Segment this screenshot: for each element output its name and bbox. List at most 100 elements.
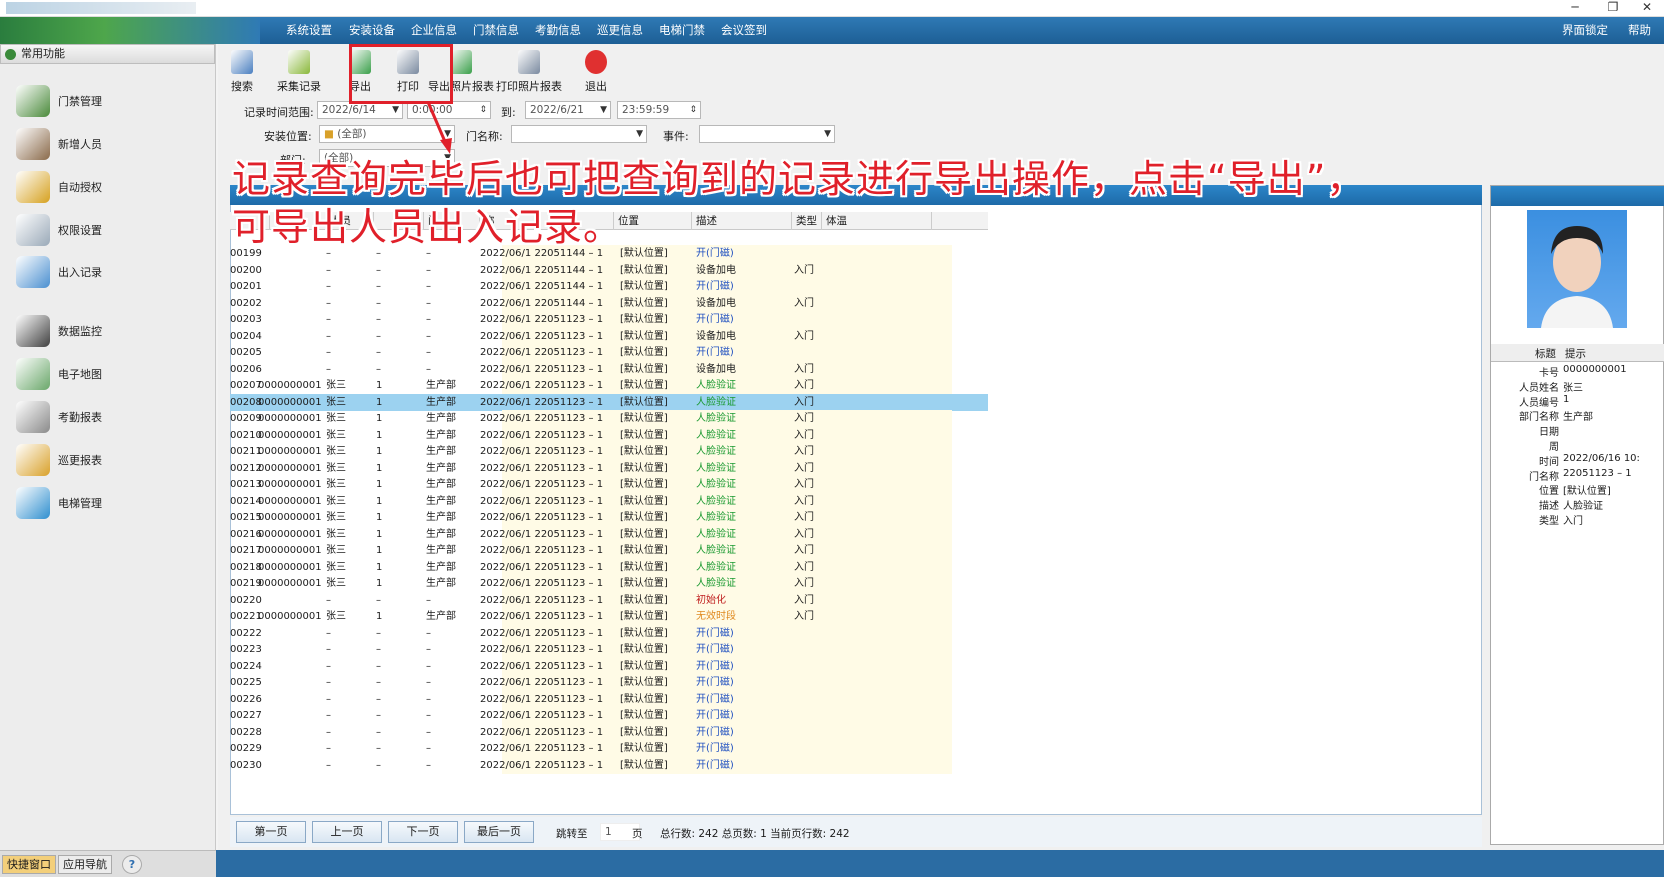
- tab-app-navigation[interactable]: 应用导航: [58, 855, 112, 874]
- sidebar-item-2[interactable]: 自动授权: [10, 166, 210, 208]
- table-row[interactable]: 00226 – – – 2022/06/1 22051123 – 1 [默认位置] 开(门磁…: [230, 690, 988, 708]
- cell-type: 入门: [794, 578, 814, 589]
- cell-type: 入门: [794, 413, 814, 424]
- table-row[interactable]: 00218 0000000001 张三 1 生产部 2022/06/1 22051123 …: [230, 558, 988, 576]
- table-row[interactable]: 00221 0000000001 张三 1 生产部 2022/06/1 22051123 …: [230, 608, 988, 626]
- prev-page-button[interactable]: 上一页: [312, 821, 382, 843]
- toolbar-button-5[interactable]: 打印照片报表: [494, 48, 564, 100]
- cell-name: –: [326, 644, 331, 655]
- cell-id: 1: [376, 446, 383, 457]
- sidebar-item-9[interactable]: 电梯管理: [10, 482, 210, 524]
- menu-install-device[interactable]: 安装设备: [341, 17, 403, 44]
- cell-name: 张三: [326, 413, 346, 424]
- sidebar-item-0[interactable]: 门禁管理: [10, 80, 210, 122]
- table-row[interactable]: 00215 0000000001 张三 1 生产部 2022/06/1 22051123 …: [230, 509, 988, 527]
- menu-company-info[interactable]: 企业信息: [403, 17, 465, 44]
- cell-name: 张三: [326, 578, 346, 589]
- next-page-button[interactable]: 下一页: [388, 821, 458, 843]
- table-row[interactable]: 00211 0000000001 张三 1 生产部 2022/06/1 22051123 …: [230, 443, 988, 461]
- table-row[interactable]: 00220 – – – 2022/06/1 22051123 – 1 [默认位置] 初始化 入…: [230, 591, 988, 609]
- menu-attendance-info[interactable]: 考勤信息: [527, 17, 589, 44]
- last-page-button[interactable]: 最后一页: [464, 821, 534, 843]
- table-row[interactable]: 00223 – – – 2022/06/1 22051123 – 1 [默认位置] 开(门磁…: [230, 641, 988, 659]
- toolbar-button-6[interactable]: 退出: [574, 48, 618, 100]
- sidebar-item-7[interactable]: 考勤报表: [10, 396, 210, 438]
- minimize-button[interactable]: ─: [1556, 0, 1594, 17]
- cell-type: 入门: [794, 545, 814, 556]
- sidebar-item-6[interactable]: 电子地图: [10, 353, 210, 395]
- toolbar-button-1[interactable]: 采集记录: [270, 48, 328, 100]
- table-row[interactable]: 00217 0000000001 张三 1 生产部 2022/06/1 22051123 …: [230, 542, 988, 560]
- sidebar-item-label: 数据监控: [58, 325, 102, 338]
- table-row[interactable]: 00229 – – – 2022/06/1 22051123 – 1 [默认位置] 开(门磁…: [230, 740, 988, 758]
- table-row[interactable]: 00207 0000000001 张三 1 生产部 2022/06/1 22051123 …: [230, 377, 988, 395]
- table-row[interactable]: 00228 – – – 2022/06/1 22051123 – 1 [默认位置] 开(门磁…: [230, 723, 988, 741]
- menu-elevator-access[interactable]: 电梯门禁: [651, 17, 713, 44]
- cell-desc: 设备加电: [696, 264, 736, 276]
- spinner-icon: ⇕: [479, 105, 487, 115]
- table-row[interactable]: 00205 – – – 2022/06/1 22051123 – 1 [默认位置] 开(门磁…: [230, 344, 988, 362]
- event-select[interactable]: ▼: [699, 125, 835, 143]
- cell-id: –: [376, 677, 381, 688]
- menu-access-info[interactable]: 门禁信息: [465, 17, 527, 44]
- person-avatar: [1541, 226, 1613, 328]
- cell-door: 2022/06/1 22051123 – 1: [480, 429, 604, 441]
- sidebar-item-8[interactable]: 巡更报表: [10, 439, 210, 481]
- sidebar-item-4[interactable]: 出入记录: [10, 251, 210, 293]
- sidebar-item-5[interactable]: 数据监控: [10, 310, 210, 352]
- cell-desc: 开(门磁): [696, 660, 734, 672]
- table-row[interactable]: 00213 0000000001 张三 1 生产部 2022/06/1 22051123 …: [230, 476, 988, 494]
- sidebar-header[interactable]: 常用功能: [0, 44, 215, 64]
- cell-type: 入门: [794, 561, 814, 573]
- table-row[interactable]: 00208 0000000001 张三 1 生产部 2022/06/1 22051123 …: [230, 393, 988, 411]
- print-photo-icon: [518, 50, 540, 74]
- end-date-picker[interactable]: 2022/6/21 ▼: [525, 101, 611, 119]
- first-page-button[interactable]: 第一页: [236, 821, 306, 843]
- table-row[interactable]: 00225 – – – 2022/06/1 22051123 – 1 [默认位置] 开(门磁…: [230, 674, 988, 692]
- cell-type: 入门: [794, 479, 814, 490]
- table-row[interactable]: 00206 – – – 2022/06/1 22051123 – 1 [默认位置] 设备加电…: [230, 360, 988, 378]
- table-row[interactable]: 00219 0000000001 张三 1 生产部 2022/06/1 22051123 …: [230, 575, 988, 593]
- table-row[interactable]: 00230 – – – 2022/06/1 22051123 – 1 [默认位置] 开(门磁…: [230, 756, 988, 774]
- cell-name: 张三: [326, 380, 346, 391]
- table-row[interactable]: 00222 – – – 2022/06/1 22051123 – 1 [默认位置] 开(门磁…: [230, 624, 988, 642]
- table-row[interactable]: 00203 – – – 2022/06/1 22051123 – 1 [默认位置] 开(门磁…: [230, 311, 988, 329]
- sidebar-item-label: 门禁管理: [58, 95, 102, 108]
- table-row[interactable]: 00212 0000000001 张三 1 生产部 2022/06/1 22051123 …: [230, 459, 988, 477]
- table-row[interactable]: 00204 – – – 2022/06/1 22051123 – 1 [默认位置] 设备加电…: [230, 327, 988, 345]
- detail-key: 门名称: [1529, 471, 1559, 483]
- cell-dept: –: [426, 264, 431, 276]
- menu-help[interactable]: 帮助: [1620, 17, 1659, 44]
- table-row[interactable]: 00202 – – – 2022/06/1 22051144 – 1 [默认位置] 设备加电…: [230, 294, 988, 312]
- close-button[interactable]: ✕: [1628, 0, 1664, 17]
- door-name-select[interactable]: ▼: [511, 125, 647, 143]
- toolbar-button-0[interactable]: 搜索: [222, 48, 262, 100]
- menu-lock-screen[interactable]: 界面锁定: [1554, 17, 1616, 44]
- cell-pos: [默认位置]: [620, 330, 668, 342]
- cell-door: 2022/06/1 22051123 – 1: [480, 347, 604, 358]
- tab-quick-window[interactable]: 快捷窗口: [2, 855, 56, 874]
- sidebar-item-3[interactable]: 权限设置: [10, 209, 210, 251]
- cell-pos: [默认位置]: [620, 594, 668, 606]
- table-row[interactable]: 00227 – – – 2022/06/1 22051123 – 1 [默认位置] 开(门磁…: [230, 707, 988, 725]
- table-row[interactable]: 00214 0000000001 张三 1 生产部 2022/06/1 22051123 …: [230, 492, 988, 510]
- cell-door: 2022/06/1 22051123 – 1: [480, 413, 604, 424]
- jump-to-label: 跳转至: [556, 828, 588, 840]
- table-row[interactable]: 00216 0000000001 张三 1 生产部 2022/06/1 22051123 …: [230, 525, 988, 543]
- menu-patrol-info[interactable]: 巡更信息: [589, 17, 651, 44]
- cell-no: 00224: [230, 660, 262, 672]
- table-row[interactable]: 00200 – – – 2022/06/1 22051144 – 1 [默认位置] 设备加电…: [230, 261, 988, 279]
- table-row[interactable]: 00210 0000000001 张三 1 生产部 2022/06/1 22051123 …: [230, 426, 988, 444]
- menu-meeting-signin[interactable]: 会议签到: [713, 17, 775, 44]
- help-icon[interactable]: ?: [122, 855, 142, 874]
- restore-button[interactable]: ❐: [1594, 0, 1632, 17]
- cell-door: 2022/06/1 22051144 – 1: [480, 297, 604, 309]
- table-row[interactable]: 00224 – – – 2022/06/1 22051123 – 1 [默认位置] 开(门磁…: [230, 657, 988, 675]
- end-time-spinner[interactable]: 23:59:59 ⇕: [617, 101, 701, 119]
- table-row[interactable]: 00201 – – – 2022/06/1 22051144 – 1 [默认位置] 开(门磁…: [230, 278, 988, 296]
- toolbar-button-label: 退出: [585, 80, 607, 93]
- menu-system-settings[interactable]: 系统设置: [278, 17, 340, 44]
- cell-name: –: [326, 743, 331, 754]
- table-row[interactable]: 00209 0000000001 张三 1 生产部 2022/06/1 22051123 …: [230, 410, 988, 428]
- sidebar-item-1[interactable]: 新增人员: [10, 123, 210, 165]
